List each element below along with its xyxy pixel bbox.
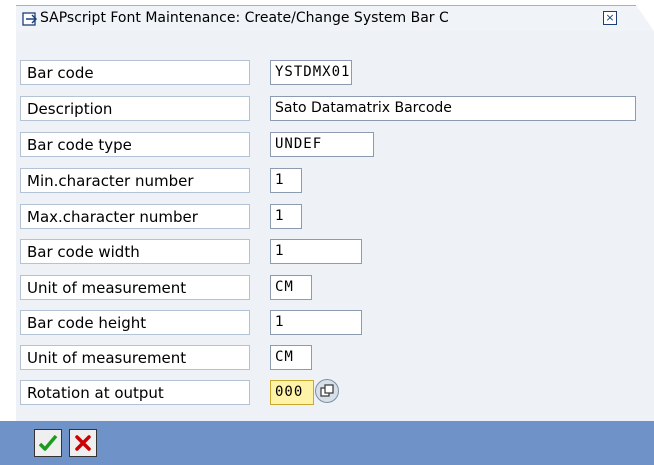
bar-code-field[interactable]: YSTDMX01	[270, 60, 352, 85]
label-text: Bar code type	[27, 136, 132, 154]
value-help-button[interactable]	[315, 379, 339, 403]
min-character-number-field[interactable]: 1	[270, 168, 302, 193]
label-text: Description	[27, 100, 113, 118]
label-unit-of-measurement-height: Unit of measurement	[20, 345, 250, 370]
cancel-button[interactable]	[69, 429, 97, 457]
label-max-character-number: Max.character number	[20, 204, 250, 229]
label-text: Min.character number	[27, 172, 194, 190]
description-field[interactable]: Sato Datamatrix Barcode	[270, 96, 636, 121]
label-bar-code-height: Bar code height	[20, 310, 250, 335]
label-min-character-number: Min.character number	[20, 168, 250, 193]
bar-code-height-field[interactable]: 1	[270, 310, 362, 335]
left-margin	[0, 0, 16, 421]
label-text: Rotation at output	[27, 384, 164, 402]
label-bar-code: Bar code	[20, 60, 250, 85]
dialog-footer	[0, 421, 654, 465]
unit-of-measurement-width-field[interactable]: CM	[270, 275, 312, 300]
label-text: Bar code height	[27, 314, 147, 332]
window-icon	[22, 11, 38, 27]
label-text: Unit of measurement	[27, 279, 187, 297]
label-text: Bar code width	[27, 243, 140, 261]
titlebar-slant	[636, 5, 654, 31]
dialog-title: SAPscript Font Maintenance: Create/Chang…	[40, 10, 449, 26]
label-text: Bar code	[27, 64, 94, 82]
label-text: Max.character number	[27, 208, 198, 226]
value-help-icon	[320, 384, 334, 397]
confirm-button[interactable]	[34, 429, 62, 457]
dialog-titlebar[interactable]: SAPscript Font Maintenance: Create/Chang…	[16, 5, 654, 31]
label-bar-code-type: Bar code type	[20, 132, 250, 157]
unit-of-measurement-height-field[interactable]: CM	[270, 345, 312, 370]
bar-code-type-field[interactable]: UNDEF	[270, 132, 374, 157]
cancel-x-icon	[75, 435, 91, 451]
rotation-at-output-field[interactable]: 000	[270, 380, 314, 405]
label-bar-code-width: Bar code width	[20, 239, 250, 264]
label-rotation-at-output: Rotation at output	[20, 380, 250, 405]
bar-code-width-field[interactable]: 1	[270, 239, 362, 264]
label-text: Unit of measurement	[27, 349, 187, 367]
label-unit-of-measurement-width: Unit of measurement	[20, 275, 250, 300]
close-icon[interactable]: ×	[603, 11, 617, 25]
label-description: Description	[20, 96, 250, 121]
max-character-number-field[interactable]: 1	[270, 204, 302, 229]
checkmark-icon	[38, 434, 58, 451]
